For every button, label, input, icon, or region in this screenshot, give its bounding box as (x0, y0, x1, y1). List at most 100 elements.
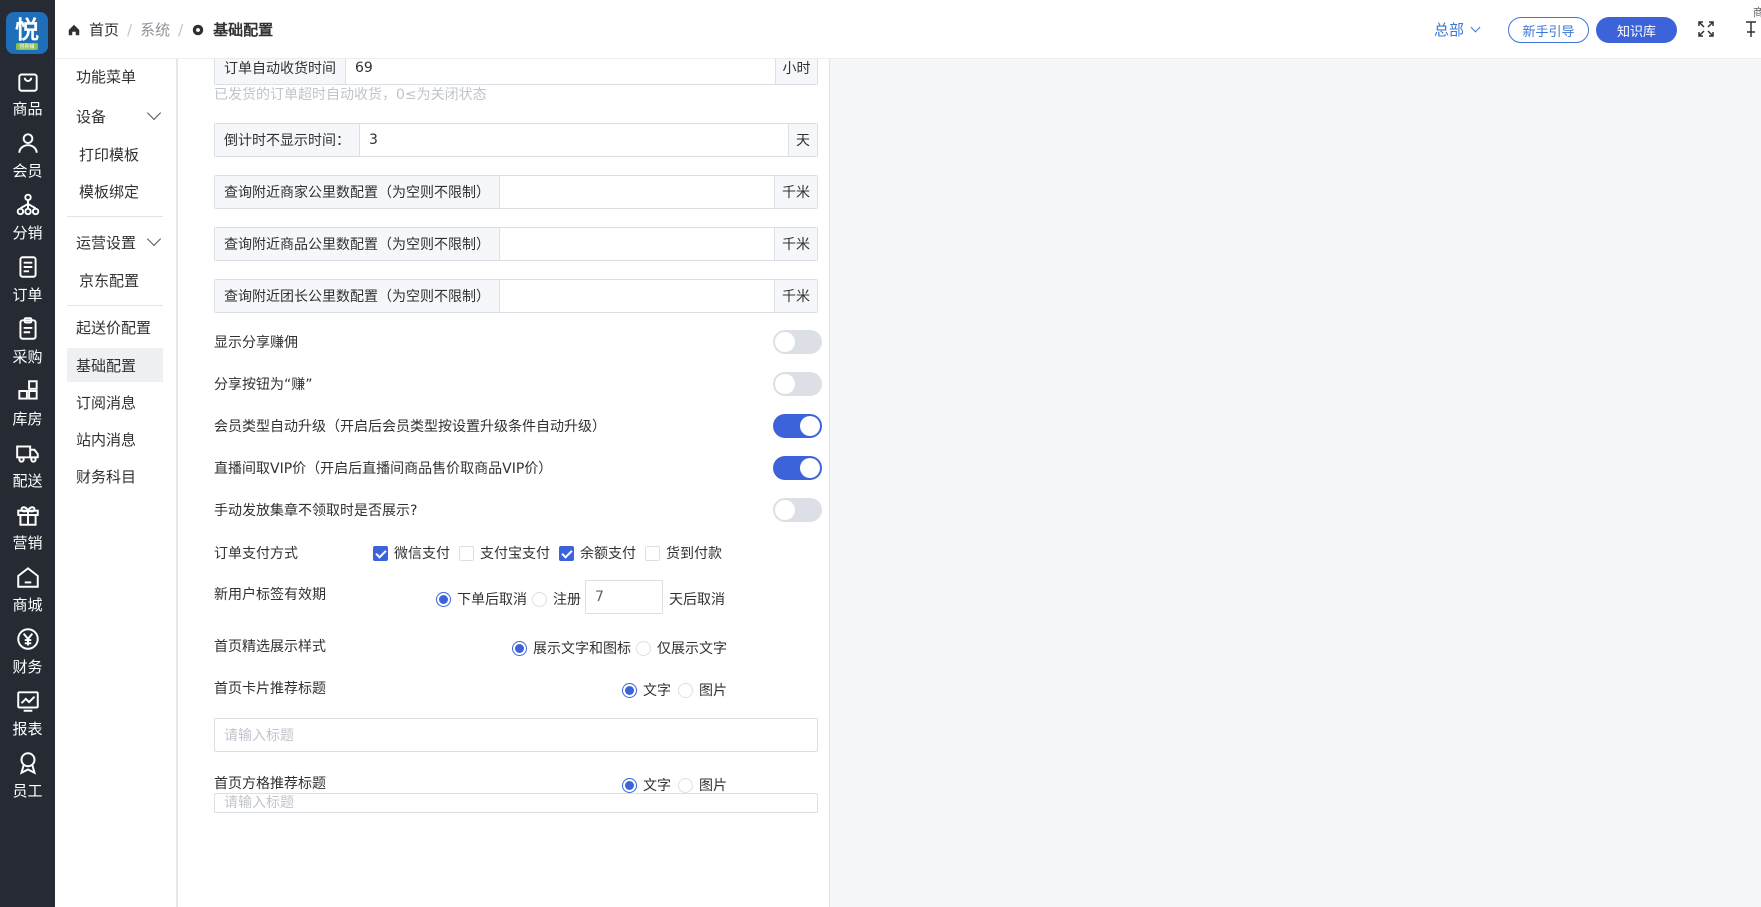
rail-item-mall[interactable]: 商城 (0, 558, 55, 620)
hq-label: 总部 (1434, 21, 1465, 39)
nearby-goods-label: 查询附近商品公里数配置（为空则不限制） (215, 228, 500, 260)
submenu-min-delivery[interactable]: 起送价配置 (67, 310, 163, 344)
pin-icon[interactable] (1743, 20, 1759, 38)
home-card-text-radio[interactable]: 文字 (622, 680, 671, 700)
rail-item-orders[interactable]: 订单 (0, 248, 55, 310)
rail-item-reports[interactable]: 报表 (0, 682, 55, 744)
rail-label: 员工 (12, 781, 43, 800)
beginner-guide-button[interactable]: 新手引导 (1508, 17, 1589, 43)
home-select-text-icon-radio[interactable]: 展示文字和图标 (512, 638, 631, 658)
submenu-ops-settings[interactable]: 运营设置 (67, 225, 163, 259)
submenu-print-template[interactable]: 打印模板 (67, 137, 163, 171)
auto-receive-input[interactable]: 69 (346, 59, 775, 84)
manual-stamp-switch[interactable] (773, 498, 822, 522)
rail-label: 营销 (12, 533, 43, 552)
member-upgrade-switch[interactable] (773, 414, 822, 438)
show-share-label: 显示分享赚佣 (214, 335, 298, 351)
nearby-goods-input[interactable] (500, 228, 774, 260)
home-grid-text-radio[interactable]: 文字 (622, 775, 671, 795)
nearby-leader-unit: 千米 (774, 280, 817, 312)
rail-item-marketing[interactable]: 营销 (0, 496, 55, 558)
radio-dot (636, 640, 651, 656)
breadcrumb-home[interactable]: 首页 (89, 19, 119, 40)
nearby-merchant-input[interactable] (500, 176, 774, 208)
submenu-function-menu[interactable]: 功能菜单 (67, 59, 163, 93)
pay-alipay-checkbox[interactable]: 支付宝支付 (459, 543, 550, 563)
rail-label: 财务 (12, 657, 43, 676)
nearby-leader-group: 查询附近团长公里数配置（为空则不限制） 千米 (214, 279, 818, 313)
rail-item-goods[interactable]: 商品 (0, 62, 55, 124)
home-select-text-only-radio[interactable]: 仅展示文字 (636, 638, 727, 658)
submenu-template-bind[interactable]: 模板绑定 (67, 174, 163, 208)
app-logo[interactable]: 悦 悦购铺 (6, 12, 48, 54)
user-icon (17, 132, 38, 153)
checkbox-label: 余额支付 (580, 546, 636, 562)
nearby-merchant-unit: 千米 (774, 176, 817, 208)
bag-icon (17, 73, 38, 92)
manual-stamp-label: 手动发放集章不领取时是否展示? (214, 503, 418, 519)
switch-knob (800, 416, 820, 436)
submenu-site-msg[interactable]: 站内消息 (67, 422, 163, 456)
radio-label: 文字 (643, 778, 671, 794)
show-share-switch[interactable] (773, 330, 822, 354)
new-user-tag-label: 新用户标签有效期 (214, 587, 326, 603)
countdown-input[interactable]: 3 (360, 124, 788, 156)
checkbox-label: 货到付款 (666, 546, 722, 562)
submenu-divider (67, 305, 163, 306)
rail-item-members[interactable]: 会员 (0, 124, 55, 186)
new-user-cancel-after-order-radio[interactable]: 下单后取消 (436, 589, 527, 609)
submenu-devices-label: 设备 (76, 107, 107, 126)
gear-icon (192, 24, 204, 35)
rail-item-finance[interactable]: 财务 (0, 620, 55, 682)
corner-label: 商 (1753, 6, 1761, 19)
radio-label: 仅展示文字 (657, 641, 727, 657)
yen-icon (16, 627, 39, 650)
home-grid-title-input[interactable]: 请输入标题 (214, 793, 818, 813)
pay-cod-checkbox[interactable]: 货到付款 (645, 543, 722, 563)
hq-selector[interactable]: 总部 (1434, 19, 1481, 40)
home-card-image-radio[interactable]: 图片 (678, 680, 727, 700)
submenu-basic-config[interactable]: 基础配置 (67, 348, 163, 382)
rail-item-staff[interactable]: 员工 (0, 744, 55, 806)
submenu-subscribe-msg[interactable]: 订阅消息 (67, 385, 163, 419)
radio-dot (622, 682, 637, 698)
nearby-leader-input[interactable] (500, 280, 774, 312)
knowledge-base-button[interactable]: 知识库 (1596, 17, 1677, 43)
submenu-jd-config[interactable]: 京东配置 (67, 263, 163, 297)
submenu-finance-subject[interactable]: 财务科目 (67, 459, 163, 493)
clipboard-icon (18, 316, 37, 340)
chart-icon (16, 690, 39, 712)
nearby-goods-group: 查询附近商品公里数配置（为空则不限制） 千米 (214, 227, 818, 261)
breadcrumb-separator: / (127, 20, 133, 39)
home-card-title-input[interactable]: 请输入标题 (214, 718, 818, 752)
rail-item-purchase[interactable]: 采购 (0, 310, 55, 372)
new-user-days-input[interactable]: 7 (585, 580, 663, 614)
home-grid-image-radio[interactable]: 图片 (678, 775, 727, 795)
pay-balance-checkbox[interactable]: 余额支付 (559, 543, 636, 563)
share-button-label: 分享按钮为“赚” (214, 377, 313, 393)
breadcrumb-system[interactable]: 系统 (140, 19, 170, 40)
nearby-merchant-group: 查询附近商家公里数配置（为空则不限制） 千米 (214, 175, 818, 209)
app-root: 悦 悦购铺 商品 会员 分销 订单 采购 库房 配送 营销 商城 财务 报表 员… (0, 0, 1761, 907)
submenu-devices[interactable]: 设备 (67, 99, 163, 133)
document-icon (18, 255, 37, 278)
auto-receive-label: 订单自动收货时间 (215, 59, 346, 84)
checkbox-box (559, 545, 574, 561)
fullscreen-icon[interactable] (1697, 20, 1715, 38)
home-grid-title-label: 首页方格推荐标题 (214, 776, 326, 792)
radio-dot (678, 682, 693, 698)
rail-item-warehouse[interactable]: 库房 (0, 372, 55, 434)
rail-item-distribution[interactable]: 分销 (0, 186, 55, 248)
new-user-register-radio[interactable]: 注册 (532, 589, 581, 609)
share-button-switch[interactable] (773, 372, 822, 396)
rail-item-delivery[interactable]: 配送 (0, 434, 55, 496)
checkbox-box (459, 545, 474, 561)
secondary-menu: 功能菜单 设备 打印模板 模板绑定 运营设置 京东配置 起送价配置 基础配置 订… (55, 59, 177, 907)
live-vip-switch[interactable] (773, 456, 822, 480)
checkbox-label: 支付宝支付 (480, 546, 550, 562)
pay-wechat-checkbox[interactable]: 微信支付 (373, 543, 450, 563)
truck-icon (15, 445, 39, 463)
rail-label: 商城 (12, 595, 43, 614)
radio-label: 下单后取消 (457, 592, 527, 608)
home-card-title-label: 首页卡片推荐标题 (214, 681, 326, 697)
